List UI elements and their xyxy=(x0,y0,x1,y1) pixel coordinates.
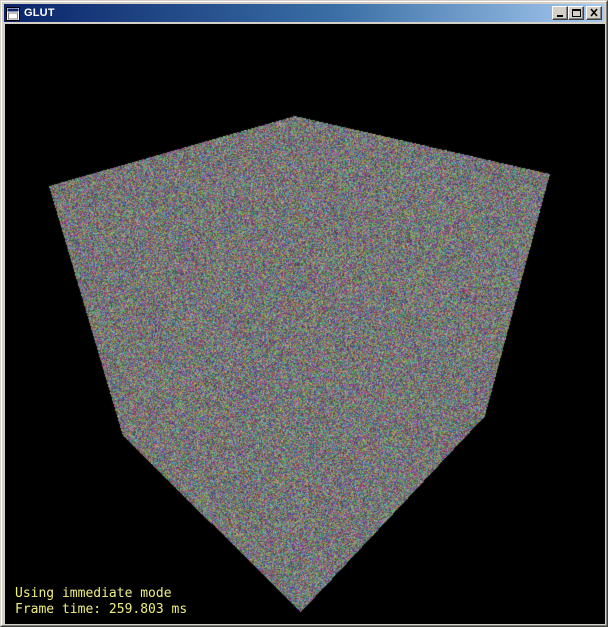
hud-overlay: Using immediate mode Frame time: 259.803 … xyxy=(15,586,187,618)
caption-buttons xyxy=(552,6,602,20)
frame-time-text: Frame time: 259.803 ms xyxy=(15,602,188,617)
minimize-icon xyxy=(557,15,563,17)
glut-window: GLUT Using immediate mode Frame time: 25… xyxy=(0,0,608,627)
opengl-viewport[interactable]: Using immediate mode Frame time: 259.803 … xyxy=(5,24,605,624)
window-title: GLUT xyxy=(24,7,55,19)
maximize-button[interactable] xyxy=(568,6,584,20)
minimize-button[interactable] xyxy=(552,6,568,20)
maximize-icon xyxy=(572,9,581,17)
close-button[interactable] xyxy=(586,6,602,20)
title-bar[interactable]: GLUT xyxy=(4,4,604,22)
opengl-app-icon[interactable] xyxy=(6,6,20,21)
render-mode-text: Using immediate mode xyxy=(15,586,172,601)
close-icon xyxy=(590,8,598,17)
noise-textured-cube xyxy=(5,24,605,624)
